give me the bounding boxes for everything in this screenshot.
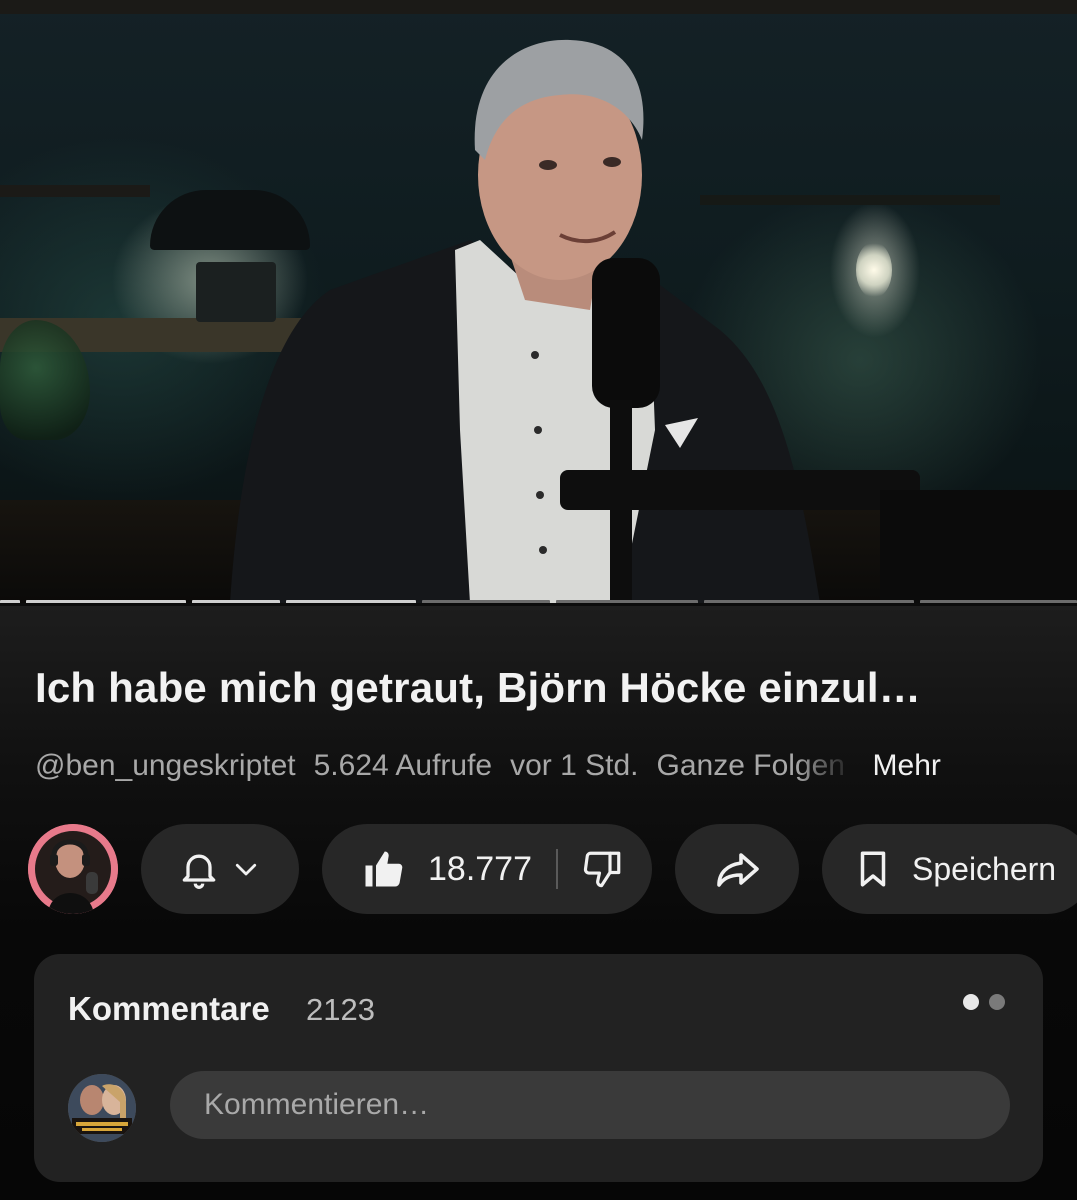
person-figure: [230, 39, 1077, 603]
comments-count: 2123: [306, 992, 375, 1027]
channel-handle[interactable]: @ben_ungeskriptet: [35, 749, 296, 783]
page-indicator-dot: [989, 994, 1005, 1010]
like-button[interactable]: [362, 848, 404, 890]
video-player[interactable]: [0, 0, 1077, 603]
video-metadata[interactable]: @ben_ungeskriptet 5.624 Aufrufe vor 1 St…: [35, 746, 1045, 786]
comments-card[interactable]: Kommentare 2123: [34, 954, 1043, 1182]
chapter-segment: [920, 600, 1077, 603]
share-button[interactable]: [675, 824, 799, 914]
chapter-segment: [556, 600, 698, 603]
save-button[interactable]: Speichern: [822, 824, 1077, 914]
page-indicator-dot: [963, 994, 979, 1010]
channel-avatar-image: [28, 824, 118, 914]
video-page: Ich habe mich getraut, Björn Höcke einzu…: [0, 0, 1077, 1200]
playlist-label[interactable]: Ganze Folgen: [657, 749, 855, 783]
save-label: Speichern: [912, 850, 1057, 887]
chevron-down-icon: [231, 854, 261, 884]
thumbs-up-icon: [365, 851, 403, 887]
more-link[interactable]: Mehr: [873, 749, 941, 783]
user-avatar-image: [68, 1074, 136, 1142]
comments-title: Kommentare: [68, 990, 270, 1027]
page-indicator: [963, 994, 1005, 1010]
chapter-segment: [422, 600, 550, 603]
action-row: 18.777 Speichern: [0, 824, 1077, 914]
video-info: Ich habe mich getraut, Björn Höcke einzu…: [0, 606, 1077, 1200]
subscribe-bell-button[interactable]: [141, 824, 299, 914]
share-icon: [717, 853, 759, 887]
dislike-button[interactable]: [582, 848, 624, 890]
upload-time: vor 1 Std.: [510, 749, 639, 782]
video-title[interactable]: Ich habe mich getraut, Björn Höcke einzu…: [35, 664, 1045, 712]
bookmark-icon: [852, 846, 894, 892]
view-count: 5.624 Aufrufe: [313, 749, 493, 782]
like-count: 18.777: [428, 849, 532, 888]
chapter-segment: [704, 600, 914, 603]
chapter-segment: [0, 600, 20, 603]
user-avatar: [68, 1074, 136, 1142]
channel-avatar[interactable]: [28, 824, 118, 914]
chapter-segment: [192, 600, 280, 603]
comment-input[interactable]: [170, 1071, 1010, 1139]
chapter-progress-bar[interactable]: [0, 600, 1077, 603]
chapter-segment: [26, 600, 186, 603]
thumbs-down-icon: [583, 851, 621, 888]
divider: [556, 849, 558, 889]
bell-icon: [177, 846, 221, 892]
chapter-segment: [286, 600, 416, 603]
like-dislike-group: 18.777: [322, 824, 652, 914]
